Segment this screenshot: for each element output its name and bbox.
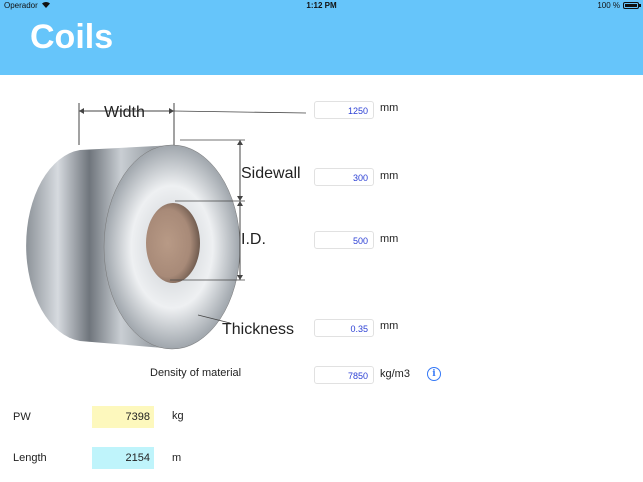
thickness-label: Thickness xyxy=(222,321,295,338)
id-label: I.D. xyxy=(241,231,266,248)
status-time: 1:12 PM xyxy=(306,1,337,10)
pw-value: 7398 xyxy=(92,406,154,428)
status-bar: Operador 1:12 PM 100 % xyxy=(0,0,643,13)
pw-label: PW xyxy=(13,411,31,423)
length-unit: m xyxy=(172,452,182,464)
id-input[interactable]: 500 xyxy=(314,231,374,249)
id-unit: mm xyxy=(380,233,399,245)
battery-percent: 100 % xyxy=(597,1,620,10)
density-label: Density of material xyxy=(150,367,242,379)
thickness-input[interactable]: 0.35 xyxy=(314,319,374,337)
length-label: Length xyxy=(13,452,47,464)
page-title: Coils xyxy=(30,18,114,56)
battery-icon xyxy=(623,2,641,9)
pw-unit: kg xyxy=(172,410,184,422)
length-value: 2154 xyxy=(92,447,154,469)
battery-status: 100 % xyxy=(597,1,641,10)
density-input[interactable]: 7850 xyxy=(314,366,374,384)
sidewall-unit: mm xyxy=(380,170,399,182)
width-label: Width xyxy=(104,104,145,121)
coil-inner-hole xyxy=(146,203,200,283)
sidewall-input[interactable]: 300 xyxy=(314,168,374,186)
navigation-bar: Coils xyxy=(0,13,643,75)
density-unit: kg/m3 xyxy=(380,368,410,380)
info-icon[interactable]: i xyxy=(427,367,441,381)
thickness-unit: mm xyxy=(380,320,399,332)
width-input[interactable]: 1250 xyxy=(314,101,374,119)
width-unit: mm xyxy=(380,102,399,114)
sidewall-label: Sidewall xyxy=(241,165,301,182)
